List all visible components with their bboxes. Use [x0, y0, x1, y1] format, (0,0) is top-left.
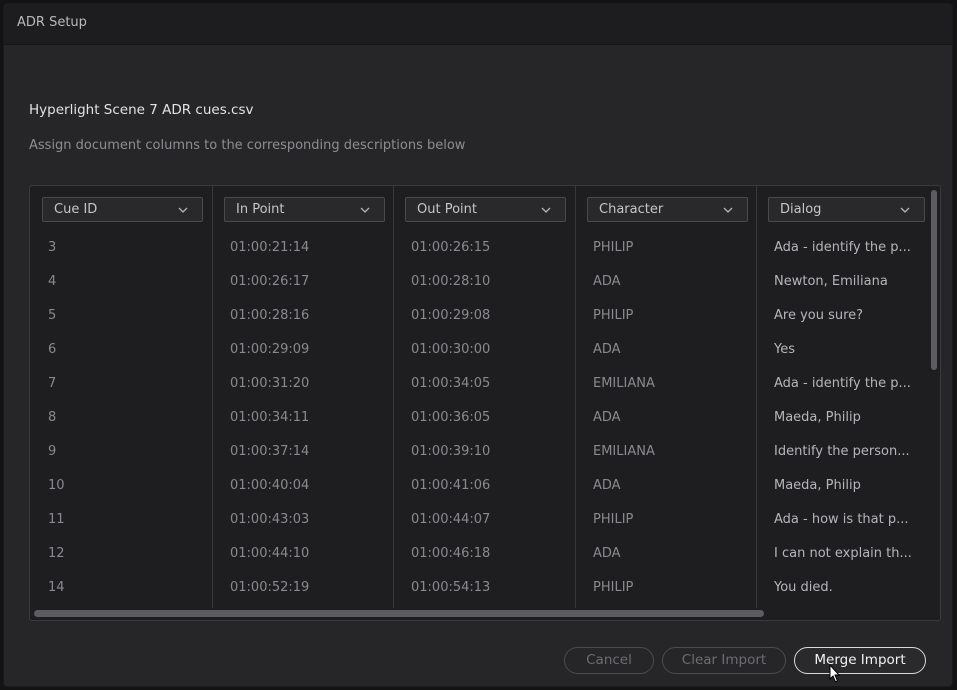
table-cell-character: ADA	[593, 410, 621, 425]
clear-import-button[interactable]: Clear Import	[662, 647, 786, 674]
instructions-text: Assign document columns to the correspon…	[29, 138, 466, 153]
table-row[interactable]: 8 01:00:34:11 01:00:36:05 ADA Maeda, Philip	[30, 401, 925, 435]
table-cell-in: 01:00:21:14	[230, 240, 310, 255]
column-select-label: Dialog	[780, 202, 822, 217]
table-cell-out: 01:00:54:13	[411, 580, 491, 595]
chevron-down-icon	[541, 198, 551, 221]
window-title: ADR Setup	[17, 15, 87, 30]
table-cell-out: 01:00:46:18	[411, 546, 491, 561]
table-cell-dialog: Maeda, Philip	[774, 478, 861, 493]
table-cell-character: ADA	[593, 274, 621, 289]
table-cell-dialog: You died.	[774, 580, 833, 595]
table-row[interactable]: 11 01:00:43:03 01:00:44:07 PHILIP Ada - how …	[30, 503, 925, 537]
table-cell-dialog: Ada - how is that p...	[774, 512, 909, 527]
adr-setup-dialog: ADR Setup Hyperlight Scene 7 ADR cues.cs…	[3, 3, 953, 687]
table-cell-in: 01:00:37:14	[230, 444, 310, 459]
chevron-down-icon	[178, 198, 188, 221]
table-cell-dialog: Yes	[774, 342, 795, 357]
table-cell-cue: 9	[48, 444, 57, 459]
table-cell-out: 01:00:41:06	[411, 478, 491, 493]
column-select-label: Character	[599, 202, 664, 217]
title-bar[interactable]: ADR Setup	[4, 4, 952, 45]
table-cell-character: PHILIP	[593, 308, 634, 323]
table-cell-out: 01:00:28:10	[411, 274, 491, 289]
table-cell-in: 01:00:43:03	[230, 512, 310, 527]
table-cell-in: 01:00:29:09	[230, 342, 310, 357]
table-cell-cue: 12	[48, 546, 65, 561]
column-select-label: Out Point	[417, 202, 477, 217]
table-row[interactable]: 7 01:00:31:20 01:00:34:05 EMILIANA Ada - ide…	[30, 367, 925, 401]
column-select-dialog[interactable]: Dialog	[768, 197, 925, 222]
table-row[interactable]: 6 01:00:29:09 01:00:30:00 ADA Yes	[30, 333, 925, 367]
column-select-label: In Point	[236, 202, 285, 217]
table-cell-cue: 10	[48, 478, 65, 493]
table-cell-out: 01:00:44:07	[411, 512, 491, 527]
table-cell-dialog: Maeda, Philip	[774, 410, 861, 425]
table-cell-dialog: Newton, Emiliana	[774, 274, 888, 289]
table-cell-cue: 7	[48, 376, 57, 391]
table-row[interactable]: 3 01:00:21:14 01:00:26:15 PHILIP Ada - ident…	[30, 231, 925, 265]
table-cell-cue: 8	[48, 410, 57, 425]
table-cell-cue: 5	[48, 308, 57, 323]
column-select-out-point[interactable]: Out Point	[405, 197, 566, 222]
table-cell-in: 01:00:40:04	[230, 478, 310, 493]
horizontal-scrollbar-thumb[interactable]	[34, 610, 764, 617]
cancel-button[interactable]: Cancel	[564, 647, 654, 674]
table-cell-character: PHILIP	[593, 580, 634, 595]
table-cell-cue: 11	[48, 512, 65, 527]
table-cell-character: ADA	[593, 478, 621, 493]
vertical-scrollbar-thumb[interactable]	[931, 190, 937, 370]
file-name: Hyperlight Scene 7 ADR cues.csv	[29, 102, 254, 118]
table-row[interactable]: 12 01:00:44:10 01:00:46:18 ADA I can not exp…	[30, 537, 925, 571]
table-cell-in: 01:00:34:11	[230, 410, 310, 425]
table-row[interactable]: 14 01:00:52:19 01:00:54:13 PHILIP You died.	[30, 571, 925, 605]
table-row[interactable]: 10 01:00:40:04 01:00:41:06 ADA Maeda, Philip	[30, 469, 925, 503]
column-select-in-point[interactable]: In Point	[224, 197, 385, 222]
vertical-scrollbar[interactable]	[930, 190, 938, 594]
table-cell-character: PHILIP	[593, 512, 634, 527]
chevron-down-icon	[900, 198, 910, 221]
table-cell-dialog: Ada - identify the p...	[774, 376, 911, 391]
chevron-down-icon	[723, 198, 733, 221]
table-cell-character: EMILIANA	[593, 376, 655, 391]
table-row[interactable]: 9 01:00:37:14 01:00:39:10 EMILIANA Identify …	[30, 435, 925, 469]
table-cell-character: ADA	[593, 546, 621, 561]
table-cell-out: 01:00:39:10	[411, 444, 491, 459]
table-cell-character: PHILIP	[593, 240, 634, 255]
table-cell-in: 01:00:44:10	[230, 546, 310, 561]
table-cell-cue: 3	[48, 240, 57, 255]
table-header-row: Cue ID In Point Out Point Character Dial…	[30, 186, 925, 231]
table-cell-out: 01:00:36:05	[411, 410, 491, 425]
horizontal-scrollbar[interactable]	[34, 609, 924, 617]
table-cell-out: 01:00:29:08	[411, 308, 491, 323]
column-select-cue-id[interactable]: Cue ID	[42, 197, 203, 222]
column-mapping-table: Cue ID In Point Out Point Character Dial…	[29, 185, 941, 621]
table-cell-character: ADA	[593, 342, 621, 357]
table-cell-dialog: I can not explain th...	[774, 546, 912, 561]
table-cell-character: EMILIANA	[593, 444, 655, 459]
column-select-character[interactable]: Character	[587, 197, 748, 222]
table-cell-cue: 6	[48, 342, 57, 357]
mouse-pointer-icon	[826, 663, 842, 686]
table-cell-dialog: Identify the person...	[774, 444, 910, 459]
table-cell-in: 01:00:28:16	[230, 308, 310, 323]
table-cell-out: 01:00:26:15	[411, 240, 491, 255]
table-cell-in: 01:00:31:20	[230, 376, 310, 391]
column-select-label: Cue ID	[54, 202, 98, 217]
table-cell-cue: 4	[48, 274, 57, 289]
merge-import-button[interactable]: Merge Import	[794, 647, 926, 674]
table-cell-cue: 14	[48, 580, 65, 595]
table-row[interactable]: 4 01:00:26:17 01:00:28:10 ADA Newton, Emilia…	[30, 265, 925, 299]
table-cell-dialog: Are you sure?	[774, 308, 864, 323]
table-cell-in: 01:00:26:17	[230, 274, 310, 289]
table-cell-out: 01:00:34:05	[411, 376, 491, 391]
table-cell-out: 01:00:30:00	[411, 342, 491, 357]
table-cell-dialog: Ada - identify the p...	[774, 240, 911, 255]
table-row[interactable]: 5 01:00:28:16 01:00:29:08 PHILIP Are you sur…	[30, 299, 925, 333]
chevron-down-icon	[360, 198, 370, 221]
table-cell-in: 01:00:52:19	[230, 580, 310, 595]
table-grid: Cue ID In Point Out Point Character Dial…	[30, 186, 925, 608]
